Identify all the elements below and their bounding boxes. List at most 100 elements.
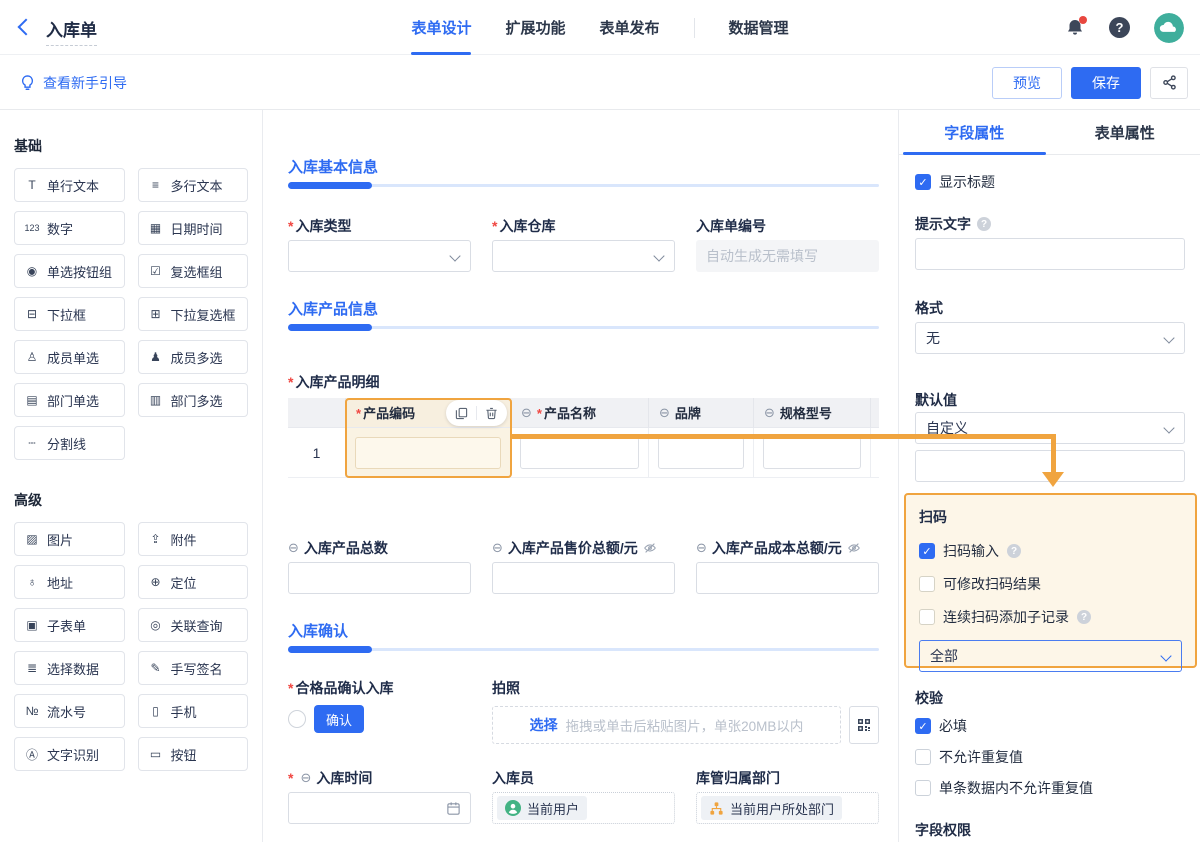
column-header-product-name[interactable]: ⊖产品名称 (511, 398, 649, 428)
hint-text-input[interactable] (915, 238, 1185, 270)
chevron-down-icon (653, 250, 664, 261)
departments-icon: ▥ (148, 393, 164, 407)
link-icon: ⊖ (521, 405, 532, 421)
save-button[interactable]: 保存 (1071, 67, 1141, 99)
field-type-linked-query[interactable]: ◎关联查询 (138, 608, 249, 642)
beginner-guide-link[interactable]: 查看新手引导 (20, 73, 127, 93)
tab-form-design[interactable]: 表单设计 (411, 0, 471, 55)
field-type-multi-line-text[interactable]: ≡多行文本 (138, 168, 249, 202)
total-input[interactable] (288, 562, 471, 594)
field-type-geolocation[interactable]: ⊕定位 (138, 565, 249, 599)
scan-editable-checkbox[interactable] (919, 576, 935, 592)
field-type-radio-group[interactable]: ◉单选按钮组 (14, 254, 125, 288)
field-type-button[interactable]: ▭按钮 (138, 737, 249, 771)
dept-field[interactable]: 当前用户所处部门 (696, 792, 879, 824)
field-type-image[interactable]: ▨图片 (14, 522, 125, 556)
link-icon: ⊖ (696, 540, 707, 556)
section-heading-basic: 入库基本信息 (288, 156, 378, 177)
field-type-address[interactable]: ♁地址 (14, 565, 125, 599)
help-icon[interactable]: ? (1007, 544, 1021, 558)
scan-editable-row: 可修改扫码结果 (919, 574, 1182, 594)
field-label-price-total: ⊖入库产品售价总额/元 (492, 538, 657, 558)
photo-upload-box[interactable]: 选择 拖拽或单击后粘贴图片，单张20MB以内 (492, 706, 841, 744)
qr-code-icon (856, 717, 872, 733)
field-type-dept-single[interactable]: ▤部门单选 (14, 383, 125, 417)
required-row: ✓ 必填 (915, 716, 967, 736)
column-header-brand[interactable]: ⊖品牌 (649, 398, 754, 428)
help-icon[interactable]: ? (1077, 610, 1091, 624)
spec-input[interactable] (763, 437, 861, 469)
confirm-radio[interactable] (288, 710, 306, 728)
field-type-multi-dropdown[interactable]: ⊞下拉复选框 (138, 297, 249, 331)
user-icon (505, 800, 521, 816)
tab-extensions[interactable]: 扩展功能 (505, 0, 565, 55)
product-name-input[interactable] (520, 437, 639, 469)
location-pin-icon: ♁ (24, 575, 40, 589)
default-value-select[interactable]: 自定义 (915, 412, 1185, 444)
time-input[interactable] (288, 792, 471, 824)
field-type-dropdown[interactable]: ⊟下拉框 (14, 297, 125, 331)
tab-data-management[interactable]: 数据管理 (729, 0, 789, 55)
format-select[interactable]: 无 (915, 322, 1185, 354)
members-icon: ♟ (148, 350, 164, 364)
required-checkbox[interactable]: ✓ (915, 718, 931, 734)
current-dept-chip: 当前用户所处部门 (701, 796, 842, 820)
share-button[interactable] (1150, 67, 1188, 99)
section-heading-product: 入库产品信息 (288, 298, 378, 319)
scan-input-checkbox[interactable]: ✓ (919, 543, 935, 559)
field-type-datetime[interactable]: ▦日期时间 (138, 211, 249, 245)
cell-product-code[interactable] (346, 428, 511, 477)
confirm-option-chip[interactable]: 确认 (314, 705, 364, 733)
scan-continuous-checkbox[interactable] (919, 609, 935, 625)
calendar-icon (446, 801, 461, 816)
field-type-select-data[interactable]: ≣选择数据 (14, 651, 125, 685)
field-type-ocr[interactable]: Ⓐ文字识别 (14, 737, 125, 771)
preview-button[interactable]: 预览 (992, 67, 1062, 99)
avatar[interactable] (1154, 13, 1184, 43)
qr-scan-button[interactable] (849, 706, 879, 744)
copy-icon[interactable] (455, 407, 468, 420)
current-user-chip: 当前用户 (497, 796, 587, 820)
bulb-icon (20, 75, 35, 91)
phone-icon: ▯ (148, 704, 164, 718)
upload-icon: ⇪ (148, 532, 164, 546)
field-type-phone[interactable]: ▯手机 (138, 694, 249, 728)
product-code-input[interactable] (355, 437, 501, 469)
tab-field-properties[interactable]: 字段属性 (899, 110, 1050, 154)
field-type-member-multi[interactable]: ♟成员多选 (138, 340, 249, 374)
eye-slash-icon (847, 541, 861, 555)
scan-mode-select[interactable]: 全部 (919, 640, 1182, 672)
help-icon[interactable]: ? (1109, 17, 1130, 38)
type-select[interactable] (288, 240, 471, 272)
field-label-operator: 入库员 (492, 768, 534, 788)
tab-form-properties[interactable]: 表单属性 (1050, 110, 1200, 154)
field-type-checkbox-group[interactable]: ☑复选框组 (138, 254, 249, 288)
tab-divider (694, 18, 695, 38)
tab-form-publish[interactable]: 表单发布 (600, 0, 660, 55)
cost-total-input[interactable] (696, 562, 879, 594)
trash-icon[interactable] (485, 407, 498, 420)
field-type-single-line-text[interactable]: T单行文本 (14, 168, 125, 202)
field-type-divider[interactable]: ┄分割线 (14, 426, 125, 460)
column-header-clipped[interactable]: ⊖ (871, 398, 879, 428)
no-duplicate-in-record-checkbox[interactable] (915, 780, 931, 796)
link-icon: ⊖ (659, 405, 670, 421)
field-type-member-single[interactable]: ♙成员单选 (14, 340, 125, 374)
notification-bell-icon[interactable] (1065, 18, 1085, 38)
price-total-input[interactable] (492, 562, 675, 594)
help-icon[interactable]: ? (977, 217, 991, 231)
column-header-spec[interactable]: ⊖规格型号 (754, 398, 871, 428)
warehouse-select[interactable] (492, 240, 675, 272)
column-header-product-code[interactable]: 产品编码 (346, 398, 511, 428)
field-type-subform[interactable]: ▣子表单 (14, 608, 125, 642)
no-duplicate-checkbox[interactable] (915, 749, 931, 765)
toolbar: 查看新手引导 预览 保存 (0, 56, 1200, 110)
brand-input[interactable] (658, 437, 744, 469)
field-type-dept-multi[interactable]: ▥部门多选 (138, 383, 249, 417)
field-type-number[interactable]: 123数字 (14, 211, 125, 245)
operator-field[interactable]: 当前用户 (492, 792, 675, 824)
field-type-serial-number[interactable]: №流水号 (14, 694, 125, 728)
show-title-checkbox[interactable]: ✓ (915, 174, 931, 190)
field-type-attachment[interactable]: ⇪附件 (138, 522, 249, 556)
field-type-signature[interactable]: ✎手写签名 (138, 651, 249, 685)
